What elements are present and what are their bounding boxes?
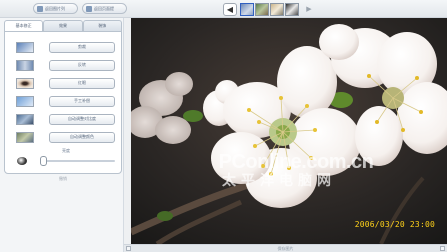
- tool-panel: 基本修正 效果 装饰 剪裁 反转 红眼 手工补偿 自动调整对比度 自动调整颜色 …: [0, 18, 124, 252]
- page-icon: [86, 5, 92, 12]
- auto-contrast-button[interactable]: 自动调整对比度: [49, 113, 115, 125]
- return-page-label: 返回页面提: [94, 5, 114, 11]
- back-to-list-label: 返回图片列: [45, 5, 65, 11]
- next-image-button[interactable]: ▶: [302, 3, 316, 16]
- crop-icon: [16, 41, 34, 53]
- tab-basic[interactable]: 基本修正: [4, 20, 44, 31]
- tool-tabs: 基本修正 效果 装饰: [4, 20, 122, 31]
- brightness-slider[interactable]: [40, 156, 115, 166]
- undo-link[interactable]: 撤销: [4, 176, 122, 184]
- thumbnail-1[interactable]: [240, 2, 254, 16]
- auto-contrast-icon: [16, 113, 34, 125]
- auto-color-icon: [16, 131, 34, 143]
- manual-adjust-button[interactable]: 手工补偿: [49, 95, 115, 107]
- thumbnail-3[interactable]: [270, 2, 284, 16]
- tab-effects-label: 效果: [58, 23, 67, 28]
- tab-effects[interactable]: 效果: [43, 20, 83, 31]
- red-eye-label: 红眼: [78, 80, 86, 85]
- thumbnail-2[interactable]: [255, 2, 269, 16]
- auto-color-button[interactable]: 自动调整颜色: [49, 131, 115, 143]
- brightness-slider-handle[interactable]: [40, 156, 47, 166]
- tool-row-redeye: 红眼: [16, 77, 116, 89]
- watermark: PConline.com.cn 太平洋电脑网: [196, 152, 396, 188]
- photo-preview[interactable]: PConline.com.cn 太平洋电脑网 2006/03/20 23:00: [131, 18, 447, 244]
- watermark-main: PConline.com.cn: [218, 151, 374, 173]
- red-eye-button[interactable]: 红眼: [49, 77, 115, 89]
- watermark-sub: 太平洋电脑网: [222, 172, 336, 188]
- return-page-button[interactable]: 返回页面提: [82, 3, 127, 14]
- thumbnail-4[interactable]: [285, 2, 299, 16]
- manual-adjust-icon: [16, 95, 34, 107]
- tool-row-crop: 剪裁: [16, 41, 116, 53]
- auto-contrast-label: 自动调整对比度: [68, 116, 96, 121]
- back-icon: [37, 5, 43, 12]
- top-toolbar: 返回图片列 返回页面提 ◀ ▶: [0, 0, 447, 18]
- back-to-list-button[interactable]: 返回图片列: [33, 3, 78, 14]
- crop-label: 剪裁: [78, 44, 86, 49]
- thumbnail-strip: ◀ ▶: [223, 1, 316, 17]
- save-image-link[interactable]: 保存图片: [124, 246, 447, 252]
- prev-image-button[interactable]: ◀: [223, 2, 237, 16]
- left-arrow-icon: ◀: [226, 4, 234, 14]
- photo-editor-window: 返回图片列 返回页面提 ◀ ▶ 基本修正 效果 装饰 剪裁 反转 红眼 手工补偿…: [0, 0, 447, 252]
- date-stamp: 2006/03/20 23:00: [354, 220, 435, 229]
- tool-row-auto-color: 自动调整颜色: [16, 131, 116, 143]
- red-eye-icon: [16, 77, 34, 89]
- flip-button[interactable]: 反转: [49, 59, 115, 71]
- photo-image: [131, 18, 447, 244]
- tab-content: 剪裁 反转 红眼 手工补偿 自动调整对比度 自动调整颜色 亮度: [4, 31, 122, 174]
- status-bar: 保存图片: [124, 244, 447, 252]
- brightness-icon: [17, 157, 27, 165]
- tab-basic-label: 基本修正: [15, 23, 32, 28]
- tab-decor-label: 装饰: [98, 23, 107, 28]
- tool-row-auto-contrast: 自动调整对比度: [16, 113, 116, 125]
- flip-icon: [16, 59, 34, 71]
- resize-right-handle[interactable]: [440, 246, 445, 251]
- brightness-label: 亮度: [62, 148, 70, 153]
- right-arrow-icon: ▶: [306, 5, 312, 13]
- tool-row-manual: 手工补偿: [16, 95, 116, 107]
- tool-row-flip: 反转: [16, 59, 116, 71]
- flip-label: 反转: [78, 62, 86, 67]
- brightness-row: [17, 156, 117, 166]
- auto-color-label: 自动调整颜色: [70, 134, 94, 139]
- tab-decor[interactable]: 装饰: [82, 20, 122, 31]
- manual-adjust-label: 手工补偿: [74, 98, 90, 103]
- crop-button[interactable]: 剪裁: [49, 41, 115, 53]
